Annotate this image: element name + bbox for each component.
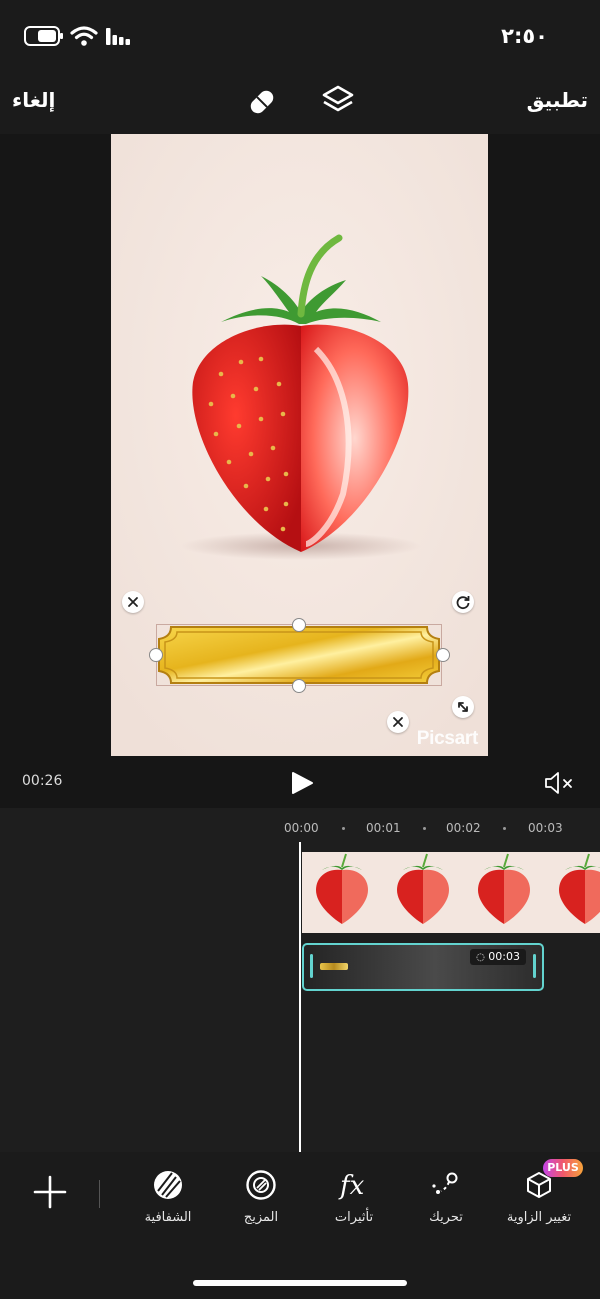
resize-handle-top[interactable]	[292, 618, 306, 632]
close-icon	[128, 597, 138, 607]
status-time: ٢:٥٠	[501, 24, 548, 48]
resize-handle-bottom[interactable]	[292, 679, 306, 693]
status-bar: ٢:٥٠	[0, 0, 600, 72]
top-bar: إلغاء تطبيق	[0, 72, 600, 134]
play-icon[interactable]	[289, 770, 315, 796]
toolbar-divider	[99, 1180, 100, 1208]
clip-trim-handle-left[interactable]	[310, 954, 313, 978]
clip-trim-handle-right[interactable]	[533, 954, 536, 978]
svg-text:fx: fx	[338, 1171, 365, 1201]
ruler-dot	[423, 827, 426, 830]
ruler-label: 00:02	[446, 821, 481, 835]
scale-sticker-button[interactable]	[452, 696, 474, 718]
resize-handle-right[interactable]	[436, 648, 450, 662]
tool-perspective[interactable]: PLUS تغيير الزاوية	[484, 1159, 594, 1248]
expand-arrows-icon	[458, 702, 468, 712]
clip-duration: 00:03	[488, 950, 520, 963]
gold-banner-sticker[interactable]	[157, 625, 441, 685]
picsart-watermark: Picsart	[416, 728, 479, 749]
remove-watermark-button[interactable]	[387, 711, 409, 733]
video-thumbnail	[316, 853, 368, 924]
cancel-button[interactable]: إلغاء	[12, 88, 55, 112]
bottom-toolbar: الشفافية المزيج fx تأثيرات تحريك PLUS تغ…	[0, 1152, 600, 1299]
apply-button[interactable]: تطبيق	[527, 88, 588, 112]
current-time: 00:26	[22, 773, 63, 789]
ruler-dot	[342, 827, 345, 830]
sticker-thumbnail	[320, 963, 348, 970]
video-track[interactable]	[302, 852, 600, 933]
clip-duration-badge: ◌ 00:03	[470, 949, 526, 965]
ruler-label: 00:03	[528, 821, 563, 835]
playhead[interactable]	[299, 842, 301, 1152]
video-thumbnail	[559, 853, 600, 924]
rotate-icon	[456, 596, 470, 610]
battery-icon	[24, 26, 63, 46]
opacity-icon	[154, 1171, 182, 1199]
clock-icon: ◌	[476, 952, 485, 963]
timeline[interactable]: 00:00 00:01 00:02 00:03 ◌ 00:03	[0, 808, 600, 1152]
home-indicator	[193, 1280, 407, 1286]
cellular-signal-icon	[106, 28, 130, 45]
tool-label: تغيير الزاوية	[506, 1210, 572, 1225]
rotate-sticker-button[interactable]	[452, 591, 474, 613]
layers-icon[interactable]	[320, 84, 356, 118]
ruler-dot	[503, 827, 506, 830]
eraser-icon[interactable]	[246, 86, 278, 118]
resize-handle-left[interactable]	[149, 648, 163, 662]
mute-icon[interactable]	[543, 770, 577, 796]
ruler-label: 00:00	[284, 821, 319, 835]
wifi-icon	[70, 26, 98, 46]
close-icon	[393, 717, 403, 727]
video-thumbnail	[478, 853, 530, 924]
preview-area: Picsart 00:26	[0, 134, 600, 808]
fx-icon: fx	[338, 1171, 365, 1201]
plus-badge: PLUS	[543, 1159, 583, 1177]
sticker-track-clip[interactable]: ◌ 00:03	[302, 943, 544, 991]
add-icon[interactable]	[33, 1175, 67, 1209]
ruler-label: 00:01	[366, 821, 401, 835]
video-thumbnail	[397, 853, 449, 924]
delete-sticker-button[interactable]	[122, 591, 144, 613]
blend-icon	[246, 1170, 276, 1200]
animation-icon	[432, 1172, 458, 1194]
video-canvas[interactable]: Picsart	[111, 134, 488, 756]
